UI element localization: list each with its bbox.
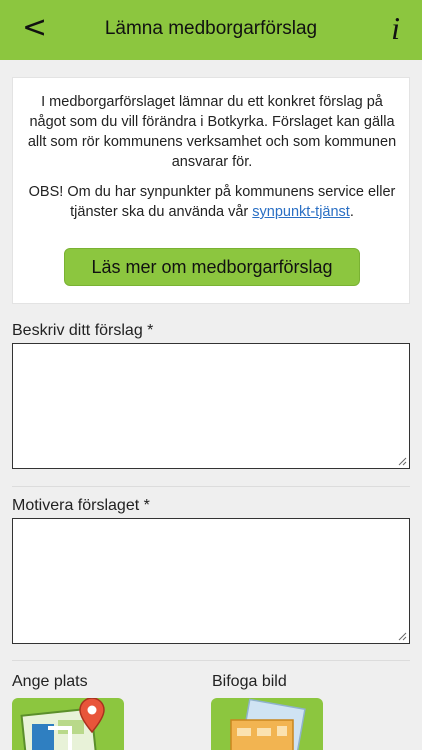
synpunkt-link[interactable]: synpunkt-tjänst [252, 204, 350, 220]
divider [12, 660, 410, 661]
describe-textarea[interactable] [12, 343, 410, 469]
motivate-label: Motivera förslaget * [12, 497, 150, 514]
motivate-textarea[interactable] [12, 518, 410, 644]
obs-text: OBS! Om du har synpunkter på kommunens s… [27, 182, 397, 222]
map-pin-icon [20, 698, 105, 750]
photo-attach-icon [230, 698, 306, 750]
location-button[interactable] [12, 698, 124, 750]
intro-text: I medborgarförslaget lämnar du ett konkr… [27, 94, 397, 170]
obs-text-end: . [349, 204, 354, 220]
resize-grip-icon[interactable] [398, 457, 407, 466]
divider [12, 486, 410, 487]
image-label: Bifoga bild [212, 673, 287, 690]
info-button[interactable]: i [391, 10, 400, 46]
describe-label: Beskriv ditt förslag * [12, 322, 154, 339]
intro-card: I medborgarförslaget lämnar du ett konkr… [12, 77, 410, 304]
resize-grip-icon[interactable] [398, 632, 407, 641]
header-bar: < Lämna medborgarförslag i [0, 0, 422, 60]
location-label: Ange plats [12, 673, 88, 690]
page-title: Lämna medborgarförslag [104, 18, 318, 39]
attach-image-button[interactable] [211, 698, 323, 750]
read-more-button[interactable]: Läs mer om medborgarförslag [64, 248, 360, 286]
